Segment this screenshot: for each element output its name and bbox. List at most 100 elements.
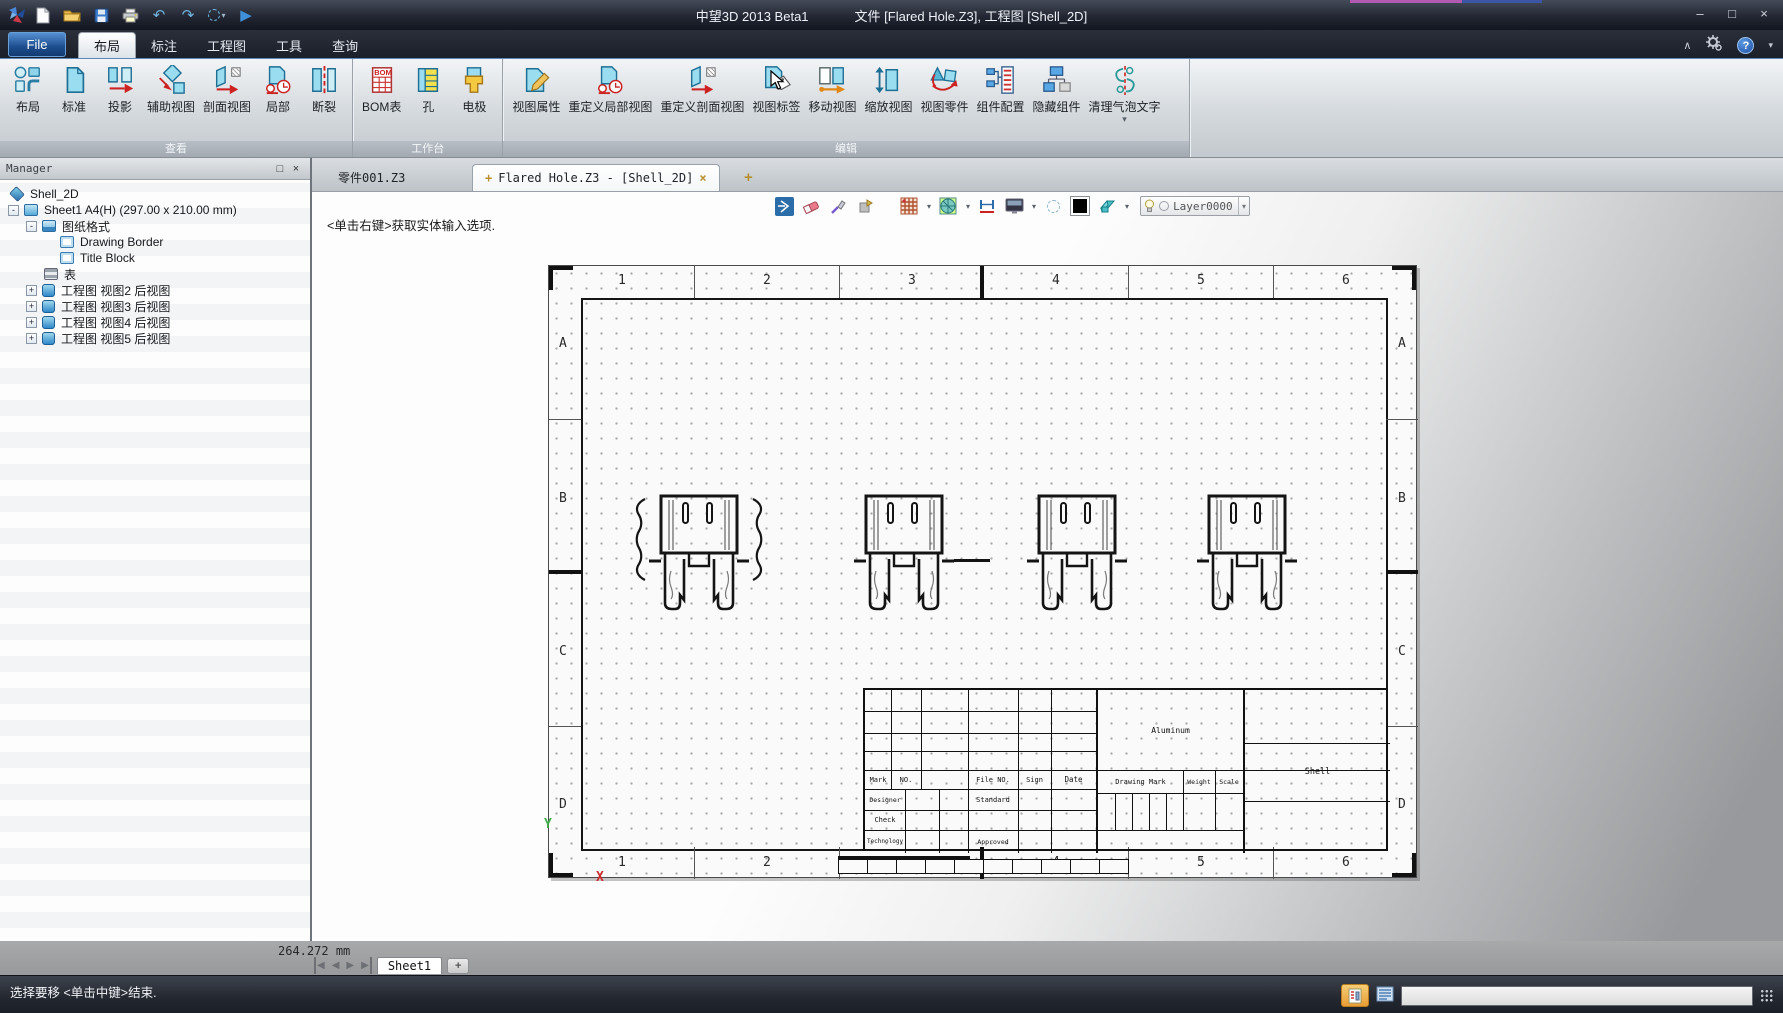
tree-item-view4[interactable]: +工程图 视图4 后视图 <box>0 314 310 330</box>
drawing-view-1[interactable] <box>633 493 765 618</box>
display-mode-caret-icon[interactable]: ▾ <box>1032 202 1036 211</box>
zoom-view-button[interactable]: 缩放视图 <box>860 62 916 115</box>
layout-button[interactable]: 布局 <box>5 62 51 115</box>
tree-item-view5[interactable]: +工程图 视图5 后视图 <box>0 330 310 346</box>
expand-expander-icon[interactable]: + <box>26 301 37 312</box>
expand-expander-icon[interactable]: + <box>26 333 37 344</box>
file-menu-button[interactable]: File <box>8 32 66 57</box>
grid-caret-icon[interactable]: ▾ <box>927 202 931 211</box>
tab-drawing[interactable]: 工程图 <box>192 32 261 58</box>
tree-item-table[interactable]: 表 <box>0 266 310 282</box>
layer-caret-icon[interactable]: ▾ <box>1238 197 1246 215</box>
tree-item-sheet-format[interactable]: -图纸格式 <box>0 218 310 234</box>
view-attributes-button[interactable]: 视图属性 <box>508 62 564 115</box>
tree-item-title-block[interactable]: Title Block <box>0 250 310 266</box>
title-block[interactable]: Mark NO. File NO. Sign Date Designer Sta… <box>863 688 1388 851</box>
clean-balloon-text-button[interactable]: 清理气泡文字▾ <box>1085 62 1165 123</box>
first-sheet-icon[interactable]: ◀ <box>314 957 326 974</box>
electrode-button[interactable]: 电极 <box>451 62 497 115</box>
open-file-icon[interactable] <box>63 6 81 24</box>
selection-set-icon[interactable]: ▾ <box>208 6 226 24</box>
broken-view-button[interactable]: 断裂 <box>301 62 347 115</box>
sheet-tab-sheet1[interactable]: Sheet1 <box>377 957 442 974</box>
resize-grip[interactable] <box>1760 989 1773 1002</box>
hole-button[interactable]: 孔 <box>405 62 451 115</box>
save-icon[interactable] <box>92 6 110 24</box>
section-view-button[interactable]: 剖面视图 <box>199 62 255 115</box>
maximize-button[interactable]: □ <box>1719 4 1745 22</box>
collapse-expander-icon[interactable]: - <box>26 221 37 232</box>
close-button[interactable]: × <box>1751 4 1777 22</box>
expand-expander-icon[interactable]: + <box>26 317 37 328</box>
tree-item-sheet1[interactable]: -Sheet1 A4(H) (297.00 x 210.00 mm) <box>0 202 310 218</box>
undo-icon[interactable]: ↶ <box>150 6 168 24</box>
tab-tools[interactable]: 工具 <box>261 32 317 58</box>
dimension-style-icon[interactable] <box>977 196 997 216</box>
view-orientation-caret-icon[interactable]: ▾ <box>966 202 970 211</box>
settings-gear-icon[interactable] <box>1705 34 1723 57</box>
tab-inquire[interactable]: 查询 <box>317 32 373 58</box>
collapse-ribbon-icon[interactable]: ∧ <box>1683 39 1691 52</box>
help-button[interactable]: ? <box>1737 37 1754 54</box>
collapse-expander-icon[interactable]: - <box>8 205 19 216</box>
next-sheet-icon[interactable]: ▶ <box>345 957 355 974</box>
tab-annotation[interactable]: 标注 <box>136 32 192 58</box>
move-view-button[interactable]: 移动视图 <box>804 62 860 115</box>
manager-restore-icon[interactable]: □ <box>272 162 288 176</box>
blank-entity-icon[interactable] <box>1097 196 1117 216</box>
prompt-toggle-button[interactable] <box>1341 984 1369 1007</box>
filter-icon[interactable] <box>855 196 875 216</box>
line-color-swatch[interactable] <box>1070 196 1090 216</box>
doc-tab-close-icon[interactable]: × <box>699 171 706 185</box>
redefine-detail-view-button[interactable]: 重定义局部视图 <box>564 62 656 115</box>
tree-item-view2[interactable]: +工程图 视图2 后视图 <box>0 282 310 298</box>
new-file-icon[interactable] <box>34 6 52 24</box>
eraser-icon[interactable] <box>801 196 821 216</box>
bom-table-button[interactable]: BOMBOM表 <box>358 62 405 115</box>
redefine-section-view-button[interactable]: 重定义剖面视图 <box>656 62 748 115</box>
manager-close-icon[interactable]: × <box>288 162 304 176</box>
tree-item-drawing-border[interactable]: Drawing Border <box>0 234 310 250</box>
manager-header: Manager □ × <box>0 158 310 180</box>
tree-item-root[interactable]: Shell_2D <box>0 186 310 202</box>
grid-icon[interactable] <box>899 196 919 216</box>
doc-tab-flared-hole[interactable]: + Flared Hole.Z3 - [Shell_2D] × <box>472 164 720 191</box>
drawing-view-2[interactable] <box>854 493 954 618</box>
tab-layout[interactable]: 布局 <box>78 32 136 58</box>
detail-view-button[interactable]: 局部 <box>255 62 301 115</box>
projection-button[interactable]: 投影 <box>97 62 143 115</box>
standard-view-button[interactable]: 标准 <box>51 62 97 115</box>
add-sheet-button[interactable]: + <box>447 958 469 974</box>
last-sheet-icon[interactable]: ▶ <box>360 957 372 974</box>
help-caret-icon[interactable]: ▾ <box>1768 40 1773 51</box>
expand-expander-icon[interactable]: + <box>26 285 37 296</box>
zone-row-label: B <box>559 491 567 506</box>
tree-item-view3[interactable]: +工程图 视图3 后视图 <box>0 298 310 314</box>
drawing-sheet[interactable]: 1 2 3 4 5 6 1 2 3 4 5 6 A B C D A B C D <box>548 265 1417 878</box>
exit-sketch-icon[interactable] <box>774 196 794 216</box>
new-doc-tab-button[interactable]: + <box>744 169 753 186</box>
selection-filter-icon[interactable] <box>1043 196 1063 216</box>
paintbrush-icon[interactable] <box>828 196 848 216</box>
redo-icon[interactable]: ↷ <box>179 6 197 24</box>
view-part-button[interactable]: 视图零件 <box>916 62 972 115</box>
history-list-icon[interactable] <box>1376 986 1394 1005</box>
screen-edge-artifact <box>1462 0 1542 3</box>
clean-balloon-caret-icon[interactable]: ▾ <box>1122 115 1127 123</box>
layer-combobox[interactable]: Layer0000 ▾ <box>1140 196 1250 216</box>
drawing-view-4[interactable] <box>1197 493 1297 618</box>
hide-component-button[interactable]: 隐藏组件 <box>1029 62 1085 115</box>
prev-sheet-icon[interactable]: ◀ <box>331 957 341 974</box>
drawing-view-3[interactable] <box>1027 493 1127 618</box>
blank-entity-caret-icon[interactable]: ▾ <box>1125 202 1129 211</box>
drawing-canvas[interactable]: <单击右键>获取实体输入选项. ▾ ▾ ▾ ▾ Layer0000 ▾ 1 2 … <box>312 192 1783 941</box>
doc-tab-part001[interactable]: 零件001.Z3 <box>326 164 417 191</box>
resume-play-icon[interactable]: ▶ <box>237 6 255 24</box>
print-icon[interactable] <box>121 6 139 24</box>
component-config-button[interactable]: 组件配置 <box>972 62 1028 115</box>
display-mode-icon[interactable] <box>1004 196 1024 216</box>
view-orientation-icon[interactable] <box>938 196 958 216</box>
layer-state-icon <box>1159 201 1169 211</box>
minimize-button[interactable]: – <box>1687 4 1713 22</box>
auxiliary-view-button[interactable]: 辅助视图 <box>143 62 199 115</box>
